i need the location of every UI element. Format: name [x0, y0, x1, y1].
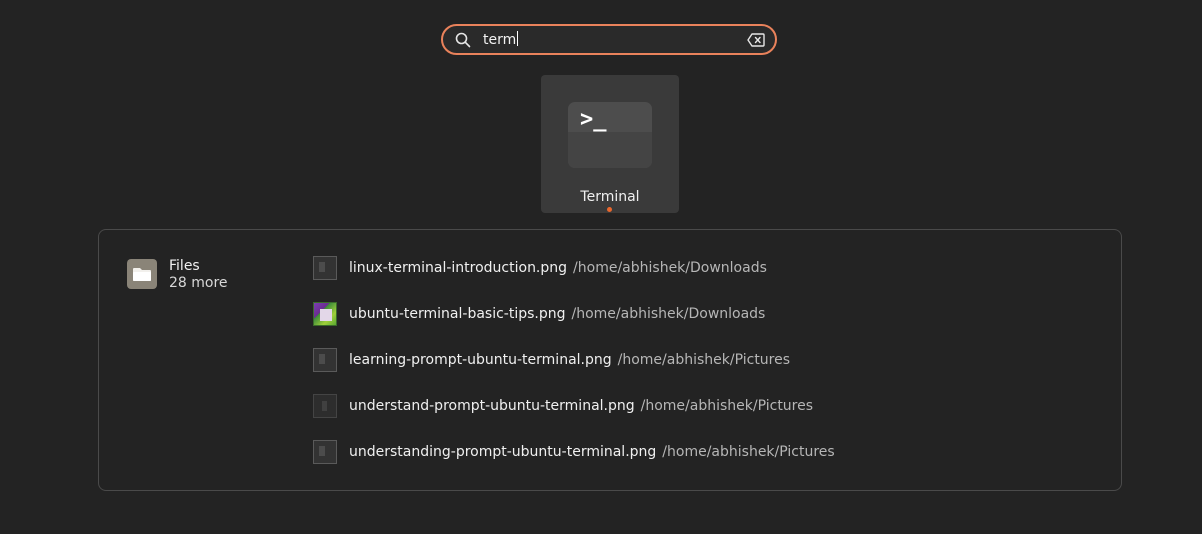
image-thumbnail: [313, 348, 337, 372]
file-name: understanding-prompt-ubuntu-terminal.png: [349, 444, 657, 460]
terminal-app-icon: >_: [568, 102, 652, 168]
search-icon: [455, 32, 471, 48]
provider-more-count: 28 more: [169, 275, 228, 291]
provider-name: Files: [169, 258, 200, 274]
files-provider-header[interactable]: Files 28 more: [127, 258, 297, 298]
svg-text:>_: >_: [580, 107, 607, 132]
search-entry[interactable]: term: [441, 24, 777, 55]
folder-icon: [127, 259, 157, 289]
file-name: linux-terminal-introduction.png: [349, 260, 568, 276]
file-name: understand-prompt-ubuntu-terminal.png: [349, 398, 635, 414]
file-result-item[interactable]: ubuntu-terminal-basic-tips.png /home/abh…: [313, 301, 835, 347]
app-result-label: Terminal: [580, 189, 640, 205]
text-caret: [517, 31, 519, 46]
running-indicator: [607, 207, 612, 212]
image-thumbnail: [313, 394, 337, 418]
file-result-item[interactable]: understanding-prompt-ubuntu-terminal.png…: [313, 439, 835, 485]
backspace-clear-icon[interactable]: [747, 33, 765, 47]
image-thumbnail: [313, 440, 337, 464]
search-input[interactable]: term: [483, 31, 519, 48]
file-result-item[interactable]: learning-prompt-ubuntu-terminal.png /hom…: [313, 347, 835, 393]
file-path: /home/abhishek/Pictures: [617, 352, 791, 368]
image-thumbnail: [313, 256, 337, 280]
app-result-terminal[interactable]: >_ Terminal: [541, 75, 679, 213]
file-path: /home/abhishek/Pictures: [662, 444, 835, 460]
activities-search-overview: term >_ Terminal Files 28 more linux-ter…: [0, 0, 1202, 534]
image-thumbnail: [313, 302, 337, 326]
file-path: /home/abhishek/Pictures: [640, 398, 814, 414]
files-results-panel: Files 28 more linux-terminal-introductio…: [98, 229, 1122, 491]
file-result-item[interactable]: linux-terminal-introduction.png /home/ab…: [313, 255, 835, 301]
file-path: /home/abhishek/Downloads: [571, 306, 766, 322]
file-name: ubuntu-terminal-basic-tips.png: [349, 306, 566, 322]
file-name: learning-prompt-ubuntu-terminal.png: [349, 352, 612, 368]
file-path: /home/abhishek/Downloads: [573, 260, 767, 276]
file-result-list: linux-terminal-introduction.png /home/ab…: [313, 255, 835, 485]
search-query: term: [483, 32, 517, 48]
file-result-item[interactable]: understand-prompt-ubuntu-terminal.png /h…: [313, 393, 835, 439]
